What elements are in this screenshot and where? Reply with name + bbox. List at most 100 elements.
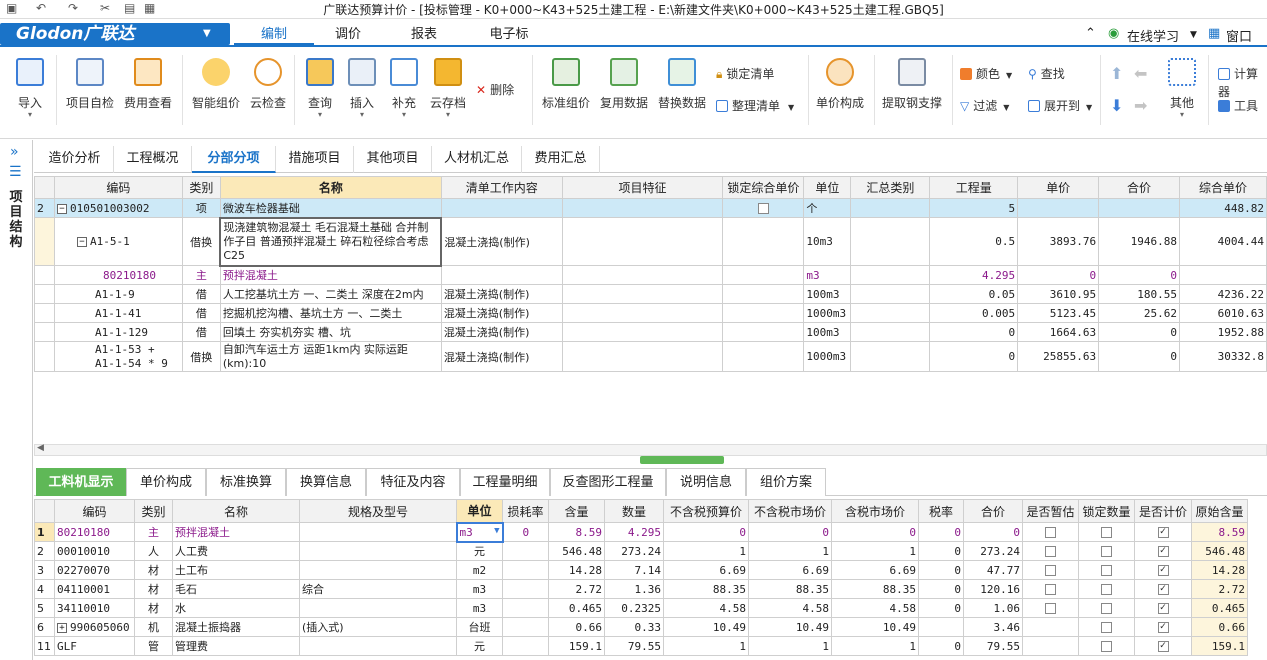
table-row[interactable]: − A1-5-1 借换 现浇建筑物混凝土 毛石混凝土基础 合并制作子目 普通预拌混… bbox=[34, 216, 1267, 267]
cell-total[interactable]: 0 bbox=[1098, 341, 1180, 372]
panel-splitter[interactable] bbox=[640, 456, 724, 464]
chevron-down-icon[interactable]: ▼ bbox=[1190, 30, 1197, 40]
cloud-archive-button[interactable]: 云存档 ▾ bbox=[426, 58, 470, 120]
other-button[interactable]: 其他 ▾ bbox=[1162, 58, 1202, 120]
cell-spec[interactable] bbox=[299, 560, 457, 580]
cell-name[interactable]: 微波车检器基础 bbox=[219, 198, 442, 218]
cell-tax-rate[interactable]: 0 bbox=[918, 579, 964, 599]
cell-type[interactable]: 借 bbox=[181, 322, 221, 342]
cell-tax-market-price[interactable]: 1 bbox=[831, 541, 919, 561]
cell-lock-quantity[interactable] bbox=[1078, 636, 1135, 656]
priced-checkbox[interactable]: ✓ bbox=[1157, 641, 1169, 652]
collapse-icon[interactable]: ⌃ bbox=[1085, 26, 1096, 41]
cell-unit[interactable]: m3 bbox=[803, 265, 852, 285]
cell-quantity[interactable]: 79.55 bbox=[604, 636, 664, 656]
cell-market-price[interactable]: 1 bbox=[748, 636, 832, 656]
table-row[interactable]: A1-1-9 借 人工挖基坑土方 一、二类土 深度在2m内 混凝土浇捣(制作) … bbox=[34, 284, 1267, 304]
cell-market-price[interactable]: 10.49 bbox=[748, 617, 832, 637]
estimate-checkbox[interactable] bbox=[1045, 546, 1056, 557]
header-is-estimate[interactable]: 是否暂估 bbox=[1022, 499, 1079, 523]
cell-spec[interactable]: 综合 bbox=[299, 579, 457, 599]
header-tax-rate[interactable]: 税率 bbox=[918, 499, 964, 523]
cell-tax-rate[interactable]: 0 bbox=[918, 636, 964, 656]
cell-market-price[interactable]: 88.35 bbox=[748, 579, 832, 599]
online-learning[interactable]: 在线学习 bbox=[1127, 26, 1179, 45]
cell-quantity[interactable]: 0.05 bbox=[929, 284, 1019, 304]
tab-quantity-detail[interactable]: 工程量明细 bbox=[460, 468, 550, 496]
header-is-priced[interactable]: 是否计价 bbox=[1134, 499, 1192, 523]
unit-price-build-button[interactable]: 单价构成 bbox=[812, 58, 868, 120]
cell-tax-market-price[interactable]: 10.49 bbox=[831, 617, 919, 637]
self-check-button[interactable]: 项目自检 bbox=[62, 58, 118, 120]
header-original-content[interactable]: 原始含量 bbox=[1191, 499, 1248, 523]
tab-sub-items[interactable]: 分部分项 bbox=[192, 146, 276, 173]
estimate-checkbox[interactable] bbox=[1045, 603, 1056, 614]
window-menu[interactable]: 窗口 bbox=[1226, 26, 1252, 45]
cell-unit[interactable]: 个 bbox=[803, 198, 852, 218]
header-budget-price[interactable]: 不含税预算价 bbox=[663, 499, 749, 523]
cell-type[interactable]: 借 bbox=[181, 303, 221, 323]
cell-summary-type[interactable] bbox=[850, 198, 931, 218]
cell-composite[interactable]: 4236.22 bbox=[1178, 284, 1267, 304]
cloud-check-button[interactable]: 云检查 bbox=[246, 58, 290, 120]
cell-is-estimate[interactable] bbox=[1022, 579, 1079, 599]
cell-total[interactable]: 0 bbox=[1098, 265, 1180, 285]
cell-code[interactable]: A1-1-129 bbox=[53, 322, 183, 342]
cell-unit[interactable]: 10m3 bbox=[803, 217, 852, 266]
reuse-data-button[interactable]: 复用数据 bbox=[596, 58, 652, 120]
cell-summary-type[interactable] bbox=[850, 322, 931, 342]
table-row[interactable]: A1-1-129 借 回填土 夯实机夯实 槽、坑 混凝土浇捣(制作) 100m3… bbox=[34, 322, 1267, 342]
cell-type[interactable]: 材 bbox=[134, 560, 173, 580]
header-unit[interactable]: 单位 bbox=[803, 176, 852, 199]
header-quantity[interactable]: 数量 bbox=[604, 499, 664, 523]
tab-cost-analysis[interactable]: 造价分析 bbox=[36, 146, 114, 173]
cell-name[interactable]: 人工挖基坑土方 一、二类土 深度在2m内 bbox=[219, 284, 442, 304]
header-spec[interactable]: 规格及型号 bbox=[299, 499, 457, 523]
cell-budget-price[interactable]: 88.35 bbox=[663, 579, 749, 599]
cell-code[interactable]: 00010010 bbox=[54, 541, 135, 561]
cell-tax-rate[interactable]: 0 bbox=[918, 541, 964, 561]
menu-icon[interactable]: ☰ bbox=[9, 164, 22, 180]
cell-name[interactable]: 人工费 bbox=[172, 541, 300, 561]
cell-price[interactable]: 5123.45 bbox=[1017, 303, 1100, 323]
cell-price[interactable]: 3610.95 bbox=[1017, 284, 1100, 304]
table-row[interactable]: 11 GLF 管 管理费 元 159.1 79.55 1 1 1 0 79.55… bbox=[34, 636, 1248, 656]
cell-is-priced[interactable]: ✓ bbox=[1134, 522, 1192, 542]
cell-type[interactable]: 材 bbox=[134, 579, 173, 599]
cell-code[interactable]: 80210180 bbox=[53, 265, 183, 285]
tab-features-content[interactable]: 特征及内容 bbox=[366, 468, 460, 496]
cell-tax-rate[interactable]: 0 bbox=[918, 522, 964, 542]
header-code[interactable]: 编码 bbox=[53, 176, 183, 199]
fee-view-button[interactable]: 费用查看 bbox=[120, 58, 176, 120]
estimate-checkbox[interactable] bbox=[1045, 584, 1056, 595]
cell-total[interactable]: 1946.88 bbox=[1098, 217, 1180, 266]
cell-code[interactable]: GLF bbox=[54, 636, 135, 656]
cell-summary-type[interactable] bbox=[850, 341, 931, 372]
cell-quantity[interactable]: 0.2325 bbox=[604, 598, 664, 618]
tab-reverse-graphic[interactable]: 反查图形工程量 bbox=[550, 468, 666, 496]
cell-spec[interactable]: (插入式) bbox=[299, 617, 457, 637]
cell-code[interactable]: A1-1-9 bbox=[53, 284, 183, 304]
header-content[interactable]: 含量 bbox=[548, 499, 605, 523]
cell-lock-quantity[interactable] bbox=[1078, 541, 1135, 561]
cell-price[interactable]: 25855.63 bbox=[1017, 341, 1100, 372]
cell-quantity[interactable]: 4.295 bbox=[604, 522, 664, 542]
cell-lock-quantity[interactable] bbox=[1078, 560, 1135, 580]
table-row[interactable]: 2 −010501003002 项 微波车检器基础 个 5 448.82 bbox=[34, 198, 1267, 218]
cell-type[interactable]: 借 bbox=[181, 284, 221, 304]
lock-quantity-checkbox[interactable] bbox=[1101, 622, 1112, 633]
cell-quantity[interactable]: 0.005 bbox=[929, 303, 1019, 323]
cell-market-price[interactable]: 1 bbox=[748, 541, 832, 561]
cell-name[interactable]: 回填土 夯实机夯实 槽、坑 bbox=[219, 322, 442, 342]
lock-quantity-checkbox[interactable] bbox=[1101, 603, 1112, 614]
cell-original-content[interactable]: 2.72 bbox=[1191, 579, 1248, 599]
cell-tax-market-price[interactable]: 88.35 bbox=[831, 579, 919, 599]
cell-loss-rate[interactable] bbox=[502, 617, 549, 637]
cell-code[interactable]: − A1-5-1 bbox=[53, 217, 183, 266]
cell-lock[interactable] bbox=[722, 341, 805, 372]
cell-lock[interactable] bbox=[722, 284, 805, 304]
cell-lock-quantity[interactable] bbox=[1078, 522, 1135, 542]
cell-price[interactable]: 3893.76 bbox=[1017, 217, 1100, 266]
replace-data-button[interactable]: 替换数据 bbox=[654, 58, 710, 120]
priced-checkbox[interactable]: ✓ bbox=[1157, 603, 1169, 614]
